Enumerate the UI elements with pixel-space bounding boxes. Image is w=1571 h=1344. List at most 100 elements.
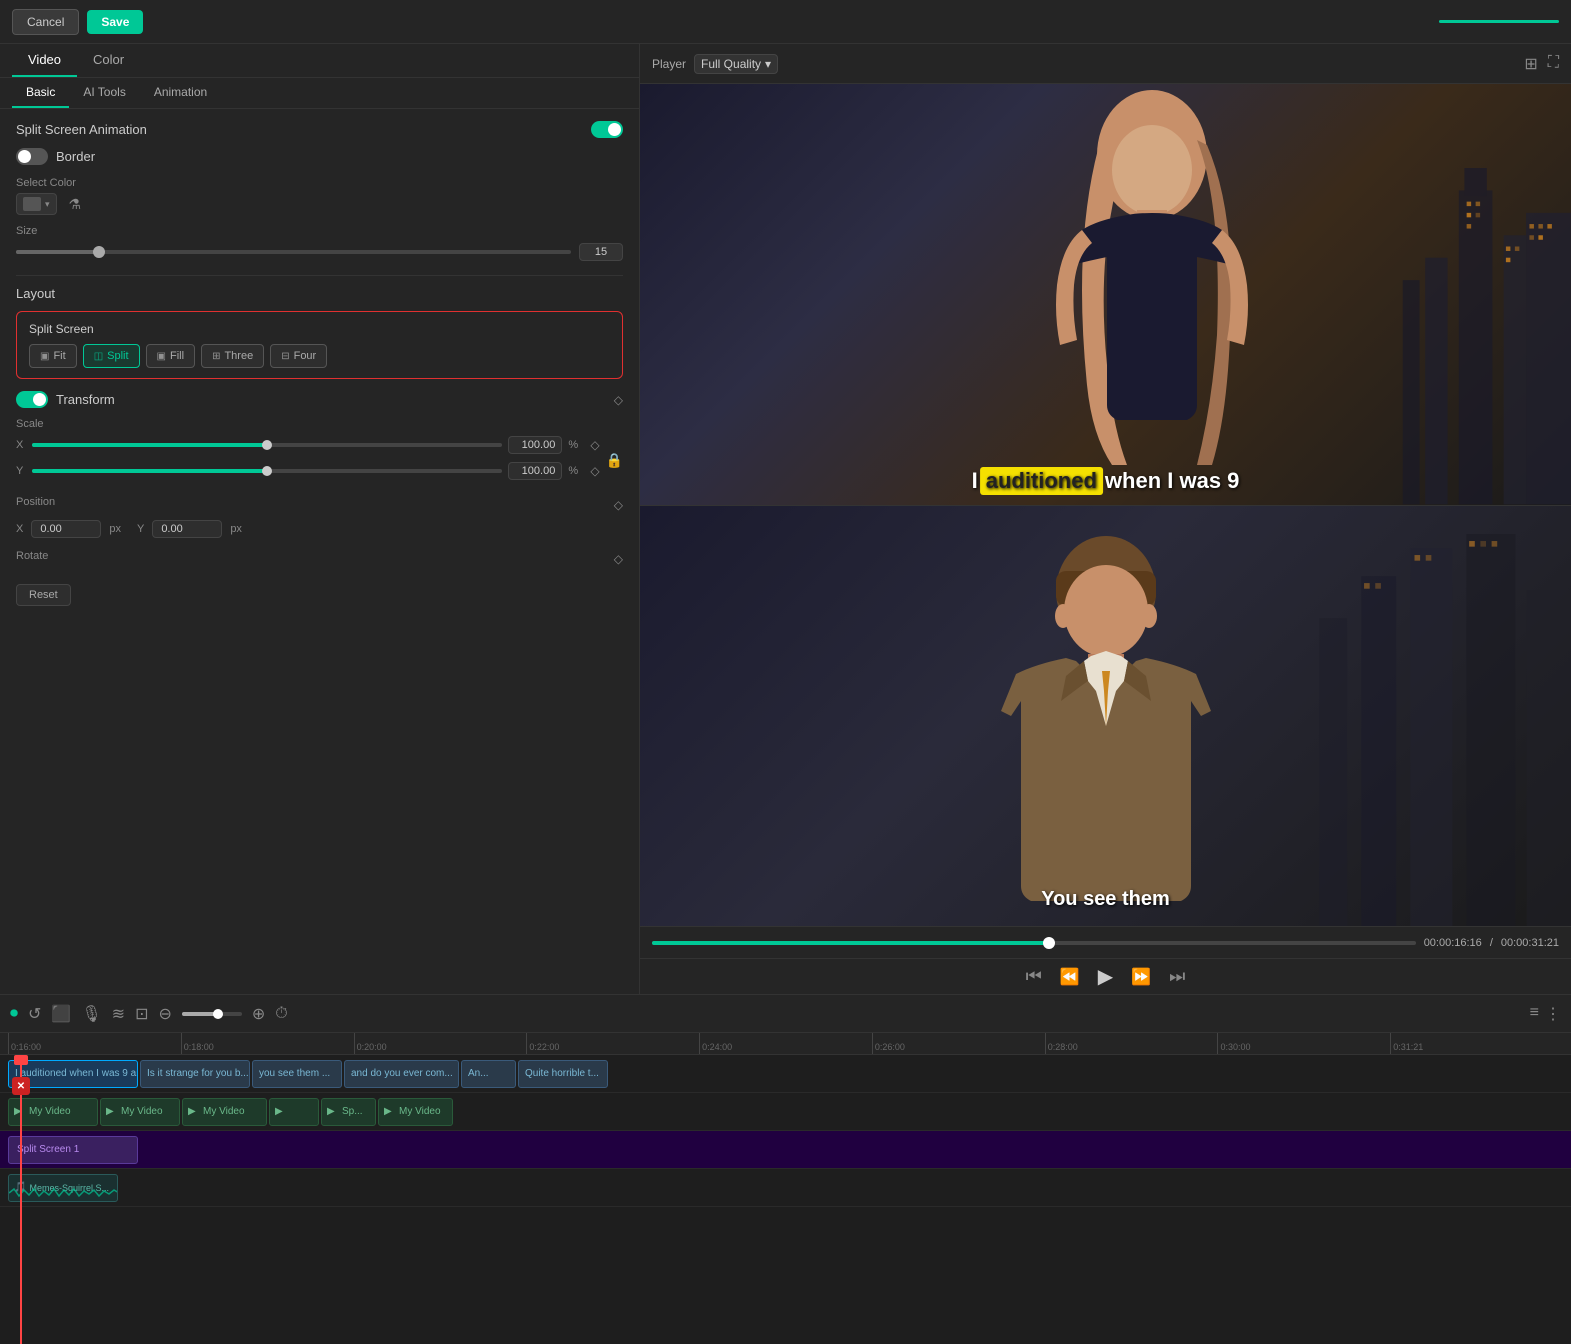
video-clip-3[interactable]: ▶ xyxy=(269,1098,319,1126)
tl-grid-icon[interactable]: ≡ xyxy=(1530,1004,1539,1024)
video-canvas: I auditioned when I was 9 xyxy=(640,84,1571,926)
subtitle-clip-1[interactable]: Is it strange for you b... xyxy=(140,1060,250,1088)
cancel-button[interactable]: Cancel xyxy=(12,9,79,35)
tl-minus-icon[interactable]: ⊖ xyxy=(158,1004,171,1024)
size-value[interactable]: 15 xyxy=(579,243,623,261)
subtitle-clip-3[interactable]: and do you ever com... xyxy=(344,1060,459,1088)
color-swatch-button[interactable]: ▾ xyxy=(16,193,57,215)
split-screen-animation-toggle[interactable] xyxy=(591,121,623,138)
split-btn-fill[interactable]: ▣ Fill xyxy=(146,344,196,368)
subtab-ai-tools[interactable]: AI Tools xyxy=(69,78,139,108)
tl-record-icon[interactable]: ⏺ xyxy=(10,1005,18,1023)
playhead[interactable]: ✕ xyxy=(20,1055,22,1344)
split-btn-three[interactable]: ⊞ Three xyxy=(201,344,264,368)
skip-back-icon[interactable]: ⏮ xyxy=(1026,966,1042,987)
split-icon: ◫ xyxy=(94,351,103,362)
tab-color[interactable]: Color xyxy=(77,44,140,77)
border-toggle[interactable] xyxy=(16,148,48,165)
panel-content: Split Screen Animation Border Select Col… xyxy=(0,109,639,994)
frame-forward-icon[interactable]: ⏩ xyxy=(1131,967,1151,987)
eyedropper-button[interactable]: ⚗ xyxy=(69,196,82,213)
tl-more-buttons: ≡ ⋮ xyxy=(1530,1004,1561,1024)
subtitle-clip-4[interactable]: An... xyxy=(461,1060,516,1088)
audio-clip-0[interactable]: 🎵 Memes-Squirrel S... xyxy=(8,1174,118,1202)
video-clip-2[interactable]: ▶ My Video xyxy=(182,1098,267,1126)
pos-x-value[interactable] xyxy=(31,520,101,538)
split-btn-split[interactable]: ◫ Split xyxy=(83,344,140,368)
frame-back-icon[interactable]: ⏪ xyxy=(1060,967,1080,987)
pos-y-label: Y xyxy=(137,523,144,535)
subtab-basic[interactable]: Basic xyxy=(12,78,69,108)
subtitle-bar-top: I auditioned when I was 9 xyxy=(972,467,1240,495)
playback-separator: / xyxy=(1490,937,1493,949)
split-screen-box: Split Screen ▣ Fit ◫ Split ▣ Fill xyxy=(16,311,623,379)
size-slider-track[interactable] xyxy=(16,250,571,254)
border-row: Border xyxy=(16,148,623,165)
layout-label: Layout xyxy=(16,286,623,301)
select-color-label: Select Color xyxy=(16,177,623,189)
tl-clip-icon[interactable]: ⬛ xyxy=(51,1004,71,1024)
lock-icon[interactable]: 🔒 xyxy=(606,452,623,469)
subtitle-clip-2[interactable]: you see them ... xyxy=(252,1060,342,1088)
quality-select[interactable]: Full Quality ▾ xyxy=(694,54,778,74)
video-clip-icon-2: ▶ xyxy=(188,1106,200,1118)
scale-y-value[interactable] xyxy=(508,462,562,480)
ruler-tick-5: 0:26:00 xyxy=(872,1033,1045,1054)
tl-undo-icon[interactable]: ↺ xyxy=(28,1004,41,1024)
save-button[interactable]: Save xyxy=(87,10,143,34)
split-label: Split xyxy=(107,350,128,362)
subtitle-clip-5[interactable]: Quite horrible t... xyxy=(518,1060,608,1088)
tl-caption-icon[interactable]: ≋ xyxy=(112,1004,125,1024)
border-label: Border xyxy=(56,149,95,164)
scale-label: Scale xyxy=(16,418,623,430)
playback-bar: 00:00:16:16 / 00:00:31:21 xyxy=(640,926,1571,958)
subtitle-text-before: I xyxy=(972,468,978,494)
transform-label: Transform xyxy=(56,392,115,407)
ruler-marks: 0:16:00 0:18:00 0:20:00 0:22:00 0:24:00 … xyxy=(8,1033,1563,1054)
player-grid-icon[interactable]: ⊞ xyxy=(1524,54,1537,74)
tl-timer-icon[interactable]: ⏱ xyxy=(275,1005,287,1023)
scale-x-value[interactable] xyxy=(508,436,562,454)
tl-mic-icon[interactable]: 🎙 xyxy=(81,1004,101,1024)
scale-x-slider[interactable] xyxy=(32,443,502,447)
quality-chevron-icon: ▾ xyxy=(765,57,771,71)
split-btn-four[interactable]: ⊟ Four xyxy=(270,344,327,368)
playback-progress[interactable] xyxy=(652,941,1416,945)
split-screen-track-label: Split Screen 1 xyxy=(17,1144,79,1155)
subtitle-clip-label-5: Quite horrible t... xyxy=(525,1068,599,1079)
video-clip-4[interactable]: ▶ Sp... xyxy=(321,1098,376,1126)
split-screen-animation-row: Split Screen Animation xyxy=(16,121,623,138)
reset-button[interactable]: Reset xyxy=(16,584,71,606)
ruler-tick-6: 0:28:00 xyxy=(1045,1033,1218,1054)
tl-plus-icon[interactable]: ⊕ xyxy=(252,1004,265,1024)
video-clip-5[interactable]: ▶ My Video xyxy=(378,1098,453,1126)
transform-toggle[interactable] xyxy=(16,391,48,408)
timeline-toolbar: ⏺ ↺ ⬛ 🎙 ≋ ⊡ ⊖ ⊕ ⏱ ≡ ⋮ xyxy=(0,995,1571,1033)
skip-forward-icon[interactable]: ⏭ xyxy=(1169,966,1185,987)
tab-video[interactable]: Video xyxy=(12,44,77,77)
scale-section: Scale X % ◇ xyxy=(16,418,623,484)
tl-picture-icon[interactable]: ⊡ xyxy=(135,1004,148,1024)
rotate-label: Rotate xyxy=(16,550,48,562)
video-clip-1[interactable]: ▶ My Video xyxy=(100,1098,180,1126)
split-screen-track-clip[interactable]: Split Screen 1 xyxy=(8,1136,138,1164)
fit-label: Fit xyxy=(53,350,65,362)
playback-current-time: 00:00:16:16 xyxy=(1424,937,1482,949)
audio-waveform xyxy=(9,1187,118,1199)
pos-y-value[interactable] xyxy=(152,520,222,538)
split-screen-animation-label: Split Screen Animation xyxy=(16,122,147,137)
split-btn-fit[interactable]: ▣ Fit xyxy=(29,344,77,368)
volume-slider[interactable] xyxy=(182,1012,242,1016)
player-expand-icon[interactable]: ⛶ xyxy=(1548,54,1559,74)
timeline-tracks: ✕ I auditioned when I was 9 and... Is it… xyxy=(0,1055,1571,1344)
ruler-tick-0: 0:16:00 xyxy=(8,1033,181,1054)
subtitle-clip-label-1: Is it strange for you b... xyxy=(147,1068,249,1079)
transform-header: Transform ◇ xyxy=(16,391,623,408)
scale-y-slider[interactable] xyxy=(32,469,502,473)
subtitle-clip-label-2: you see them ... xyxy=(259,1068,330,1079)
fit-icon: ▣ xyxy=(40,351,49,362)
play-icon[interactable]: ▶ xyxy=(1098,964,1113,989)
tl-dots-icon[interactable]: ⋮ xyxy=(1545,1004,1561,1024)
subtab-animation[interactable]: Animation xyxy=(140,78,221,108)
ruler-tick-8: 0:31:21 xyxy=(1390,1033,1563,1054)
